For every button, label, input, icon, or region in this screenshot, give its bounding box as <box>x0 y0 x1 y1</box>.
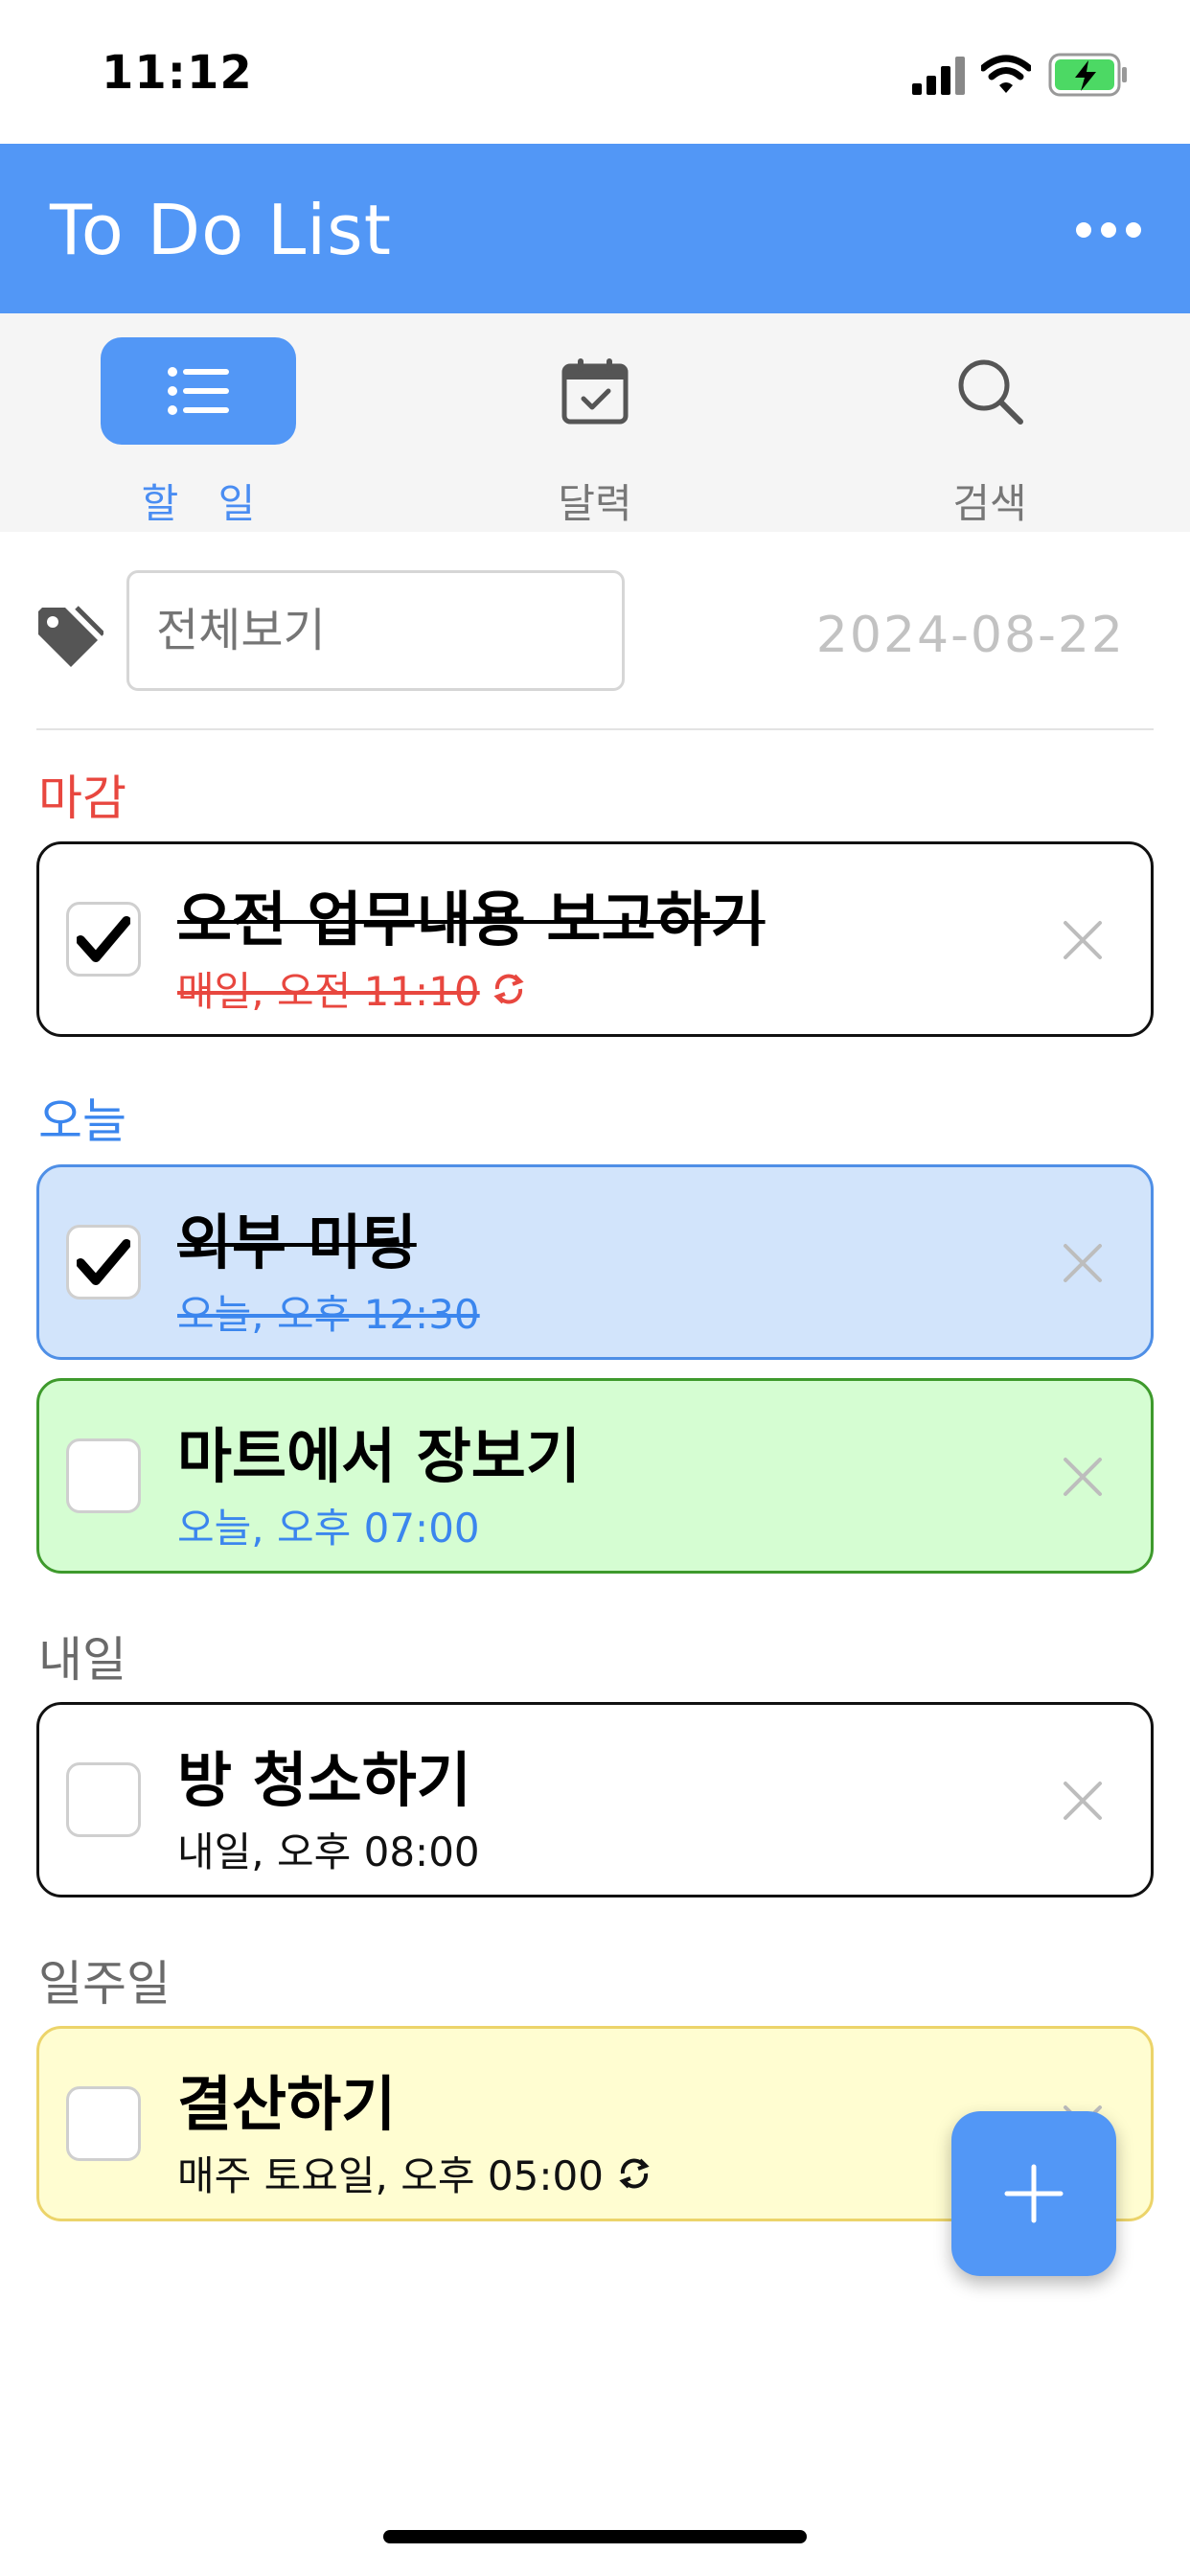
section-title-deadline: 마감 <box>38 770 126 826</box>
tab-icon-wrap <box>497 337 693 445</box>
status-icons <box>912 53 1133 101</box>
tab-label: 달력 <box>558 480 632 527</box>
status-bar: 11:12 <box>0 0 1190 144</box>
filter-date: 2024-08-22 <box>815 607 1125 664</box>
task-title: 오전 업무내용 보고하기 <box>177 885 766 954</box>
section-title-tomorrow: 내일 <box>38 1632 126 1688</box>
tag-filter-input[interactable] <box>126 570 625 691</box>
add-task-button[interactable] <box>951 2111 1116 2276</box>
tab-icon-wrap <box>101 337 296 445</box>
tab-label: 할 일 <box>141 480 269 527</box>
more-button[interactable] <box>1056 192 1161 268</box>
task-subtitle: 오늘, 오후 12:30 <box>177 1282 480 1341</box>
task-title: 마트에서 장보기 <box>177 1421 581 1491</box>
tab-search[interactable]: 검색 <box>886 337 1097 527</box>
close-icon <box>1064 1458 1102 1496</box>
section-title-week: 일주일 <box>38 1956 171 2012</box>
task-card[interactable]: 외부 미팅 오늘, 오후 12:30 <box>36 1164 1154 1360</box>
close-icon <box>1064 1782 1102 1820</box>
delete-task-button[interactable] <box>1049 1767 1116 1834</box>
check-icon <box>77 1239 130 1285</box>
divider <box>36 728 1154 730</box>
close-icon <box>1064 1244 1102 1282</box>
plus-icon <box>1004 2164 1064 2223</box>
tab-todo[interactable]: 할 일 <box>95 337 306 527</box>
task-datetime: 내일, 오후 08:00 <box>177 1828 480 1875</box>
tag-icon[interactable] <box>34 604 103 673</box>
task-subtitle: 오늘, 오후 07:00 <box>177 1496 480 1554</box>
search-icon <box>958 359 1023 425</box>
app-screen: 11:12 To Do List 할 일 달력 검색 전체보기 2024-08-… <box>0 0 1190 2576</box>
tab-calendar[interactable]: 달력 <box>492 337 702 527</box>
tab-bar: 할 일 달력 검색 <box>0 313 1190 532</box>
delete-task-button[interactable] <box>1049 1230 1116 1297</box>
section-title-today: 오늘 <box>38 1093 126 1149</box>
task-subtitle: 매주 토요일, 오후 05:00 <box>177 2144 653 2202</box>
delete-task-button[interactable] <box>1049 907 1116 974</box>
app-header: To Do List <box>0 144 1190 313</box>
tab-icon-wrap <box>892 337 1087 445</box>
status-time: 11:12 <box>102 46 253 100</box>
task-checkbox[interactable] <box>66 2086 141 2161</box>
more-horizontal-icon <box>1076 222 1141 238</box>
task-checkbox[interactable] <box>66 1225 141 1300</box>
check-icon <box>77 916 130 962</box>
task-datetime: 매주 토요일, 오후 05:00 <box>177 2152 604 2199</box>
battery-icon <box>1048 53 1127 97</box>
task-subtitle: 매일, 오전 11:10 <box>177 959 528 1018</box>
app-title: To Do List <box>50 190 392 270</box>
home-indicator[interactable] <box>383 2530 807 2543</box>
task-subtitle: 내일, 오후 08:00 <box>177 1820 480 1878</box>
filter-row: 2024-08-22 <box>0 532 1190 728</box>
task-title: 외부 미팅 <box>177 1208 417 1277</box>
task-checkbox[interactable] <box>66 1762 141 1837</box>
close-icon <box>1064 921 1102 959</box>
task-datetime: 오늘, 오후 12:30 <box>177 1291 480 1338</box>
repeat-icon <box>493 974 524 1003</box>
task-datetime: 매일, 오전 11:10 <box>177 968 480 1015</box>
task-title: 결산하기 <box>177 2069 397 2139</box>
calendar-icon <box>561 358 629 425</box>
task-card[interactable]: 방 청소하기 내일, 오후 08:00 <box>36 1702 1154 1898</box>
task-title: 방 청소하기 <box>177 1745 471 1815</box>
list-icon <box>168 367 229 415</box>
task-datetime: 오늘, 오후 07:00 <box>177 1505 480 1552</box>
repeat-icon <box>619 2158 650 2188</box>
tab-label: 검색 <box>952 480 1027 527</box>
delete-task-button[interactable] <box>1049 1443 1116 1510</box>
wifi-icon <box>981 55 1031 93</box>
task-card[interactable]: 마트에서 장보기 오늘, 오후 07:00 <box>36 1378 1154 1574</box>
task-checkbox[interactable] <box>66 1438 141 1513</box>
task-card[interactable]: 오전 업무내용 보고하기 매일, 오전 11:10 <box>36 841 1154 1037</box>
signal-icon <box>912 57 965 95</box>
task-checkbox[interactable] <box>66 902 141 977</box>
